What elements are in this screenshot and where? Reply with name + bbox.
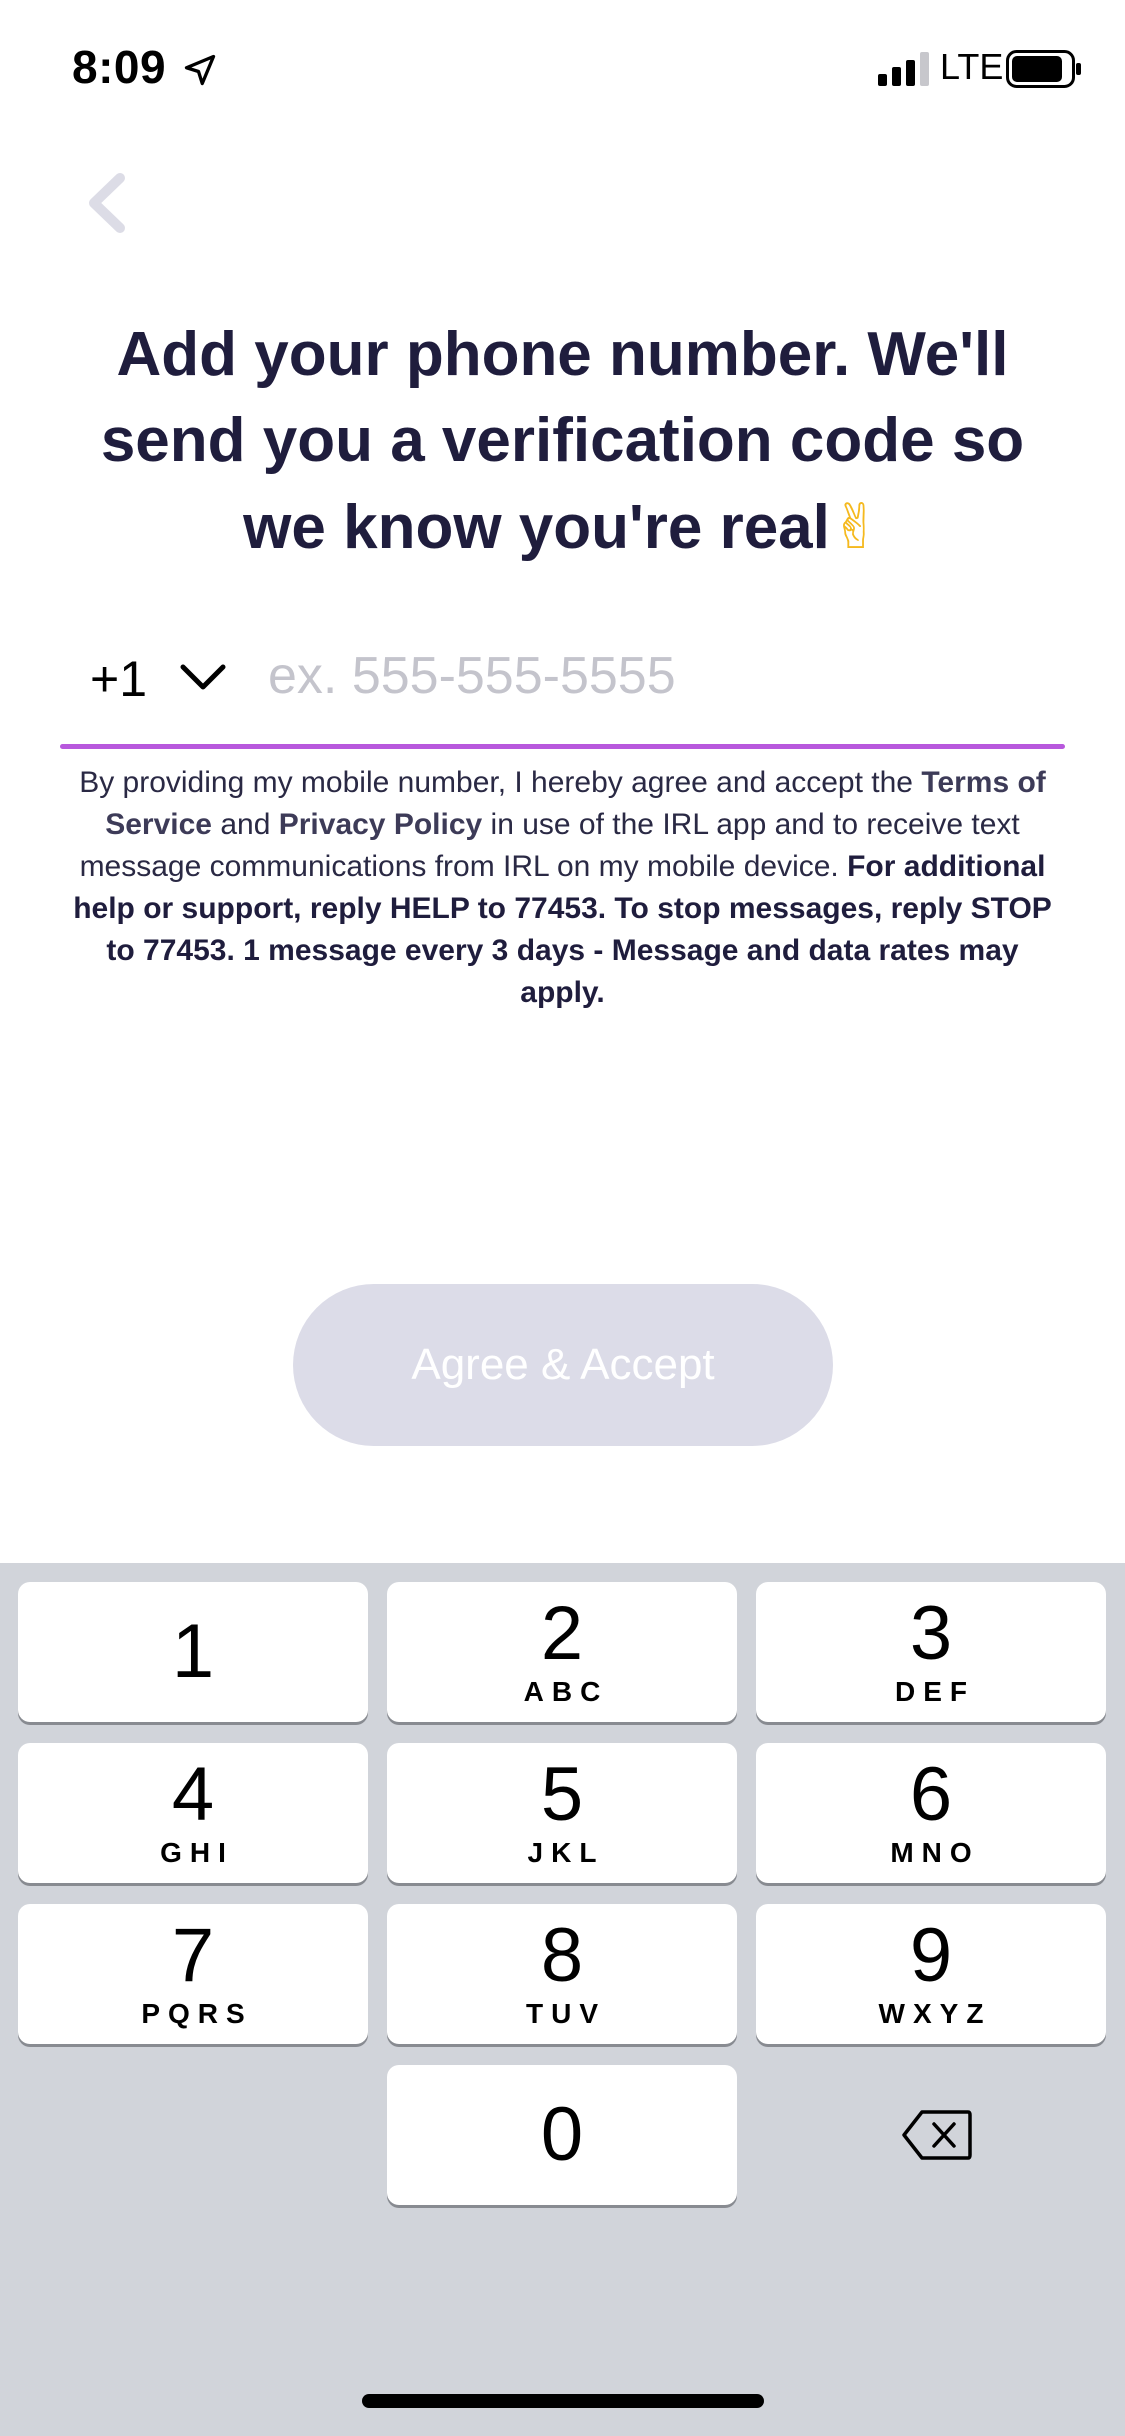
key-7[interactable]: 7 PQRS [18, 1904, 368, 2044]
key-4[interactable]: 4 GHI [18, 1743, 368, 1883]
backspace-icon [902, 2110, 972, 2160]
chevron-down-icon [180, 664, 226, 690]
country-code-selector[interactable]: +1 [90, 642, 240, 712]
battery-icon [1006, 50, 1081, 88]
back-button[interactable] [72, 168, 142, 238]
key-0[interactable]: 0 [387, 2065, 737, 2205]
key-digit: 3 [909, 1591, 953, 1676]
key-digit: 4 [171, 1752, 215, 1837]
key-digit: 8 [540, 1913, 584, 1998]
key-6[interactable]: 6 MNO [756, 1743, 1106, 1883]
key-digit: 9 [909, 1913, 953, 1998]
home-indicator[interactable] [362, 2394, 764, 2408]
phone-number-input[interactable] [268, 636, 1048, 716]
key-1[interactable]: 1 [18, 1582, 368, 1722]
key-digit: 6 [909, 1752, 953, 1837]
delete-key[interactable] [756, 2065, 1106, 2205]
legal-and: and [212, 808, 279, 841]
page-title-text: Add your phone number. We'll send you a … [100, 320, 1025, 562]
cellular-signal-icon [878, 52, 929, 86]
agree-accept-button[interactable]: Agree & Accept [293, 1284, 833, 1446]
status-bar: 8:09 LTE [0, 0, 1125, 140]
key-digit: 5 [540, 1752, 584, 1837]
input-underline [60, 744, 1065, 749]
key-9[interactable]: 9 WXYZ [756, 1904, 1106, 2044]
key-digit: 1 [171, 1609, 215, 1694]
key-letters: GHI [160, 1837, 234, 1868]
page-title: Add your phone number. We'll send you a … [60, 312, 1065, 571]
key-letters: WXYZ [878, 1998, 992, 2029]
legal-intro: By providing my mobile number, I hereby … [79, 766, 922, 799]
network-type: LTE [940, 46, 1004, 87]
key-2[interactable]: 2 ABC [387, 1582, 737, 1722]
key-letters: DEF [895, 1676, 975, 1707]
country-code-label: +1 [90, 651, 148, 707]
key-digit: 0 [540, 2092, 584, 2177]
key-letters: MNO [890, 1837, 980, 1868]
key-letters: JKL [527, 1837, 605, 1868]
key-letters: PQRS [141, 1998, 253, 2029]
key-letters: TUV [526, 1998, 606, 2029]
key-digit: 2 [540, 1591, 584, 1676]
key-digit: 7 [171, 1913, 215, 1998]
key-letters: ABC [523, 1676, 609, 1707]
phone-verification-screen: 8:09 LTE Add your phone number. We'll se… [0, 0, 1125, 2436]
privacy-policy-link[interactable]: Privacy Policy [279, 808, 482, 841]
numeric-keypad: 1 2 ABC 3 DEF 4 GHI 5 JKL 6 MNO 7 PQRS 8… [0, 1563, 1125, 2436]
location-arrow-icon [184, 54, 216, 86]
key-5[interactable]: 5 JKL [387, 1743, 737, 1883]
status-time: 8:09 [72, 41, 167, 93]
key-3[interactable]: 3 DEF [756, 1582, 1106, 1722]
key-8[interactable]: 8 TUV [387, 1904, 737, 2044]
legal-disclaimer: By providing my mobile number, I hereby … [62, 762, 1063, 1014]
victory-hand-emoji: ✌ [829, 490, 882, 563]
